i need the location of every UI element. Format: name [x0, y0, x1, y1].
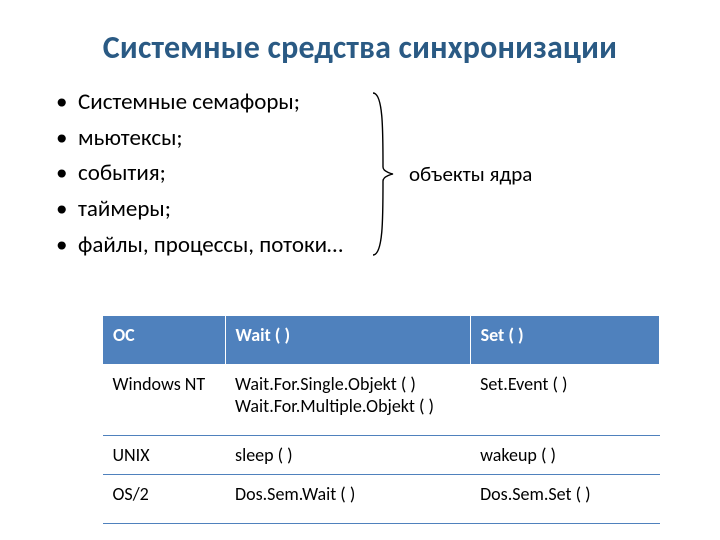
table-row: UNIX sleep ( ) wakeup ( )	[103, 436, 660, 475]
os-table: ОС Wait ( ) Set ( ) Windows NT Wait.For.…	[102, 315, 660, 524]
table-header: ОС	[103, 316, 226, 365]
table-cell: Dos.Sem.Set ( )	[470, 475, 659, 524]
slide: Системные средства синхронизации Системн…	[0, 0, 720, 540]
list-item: файлы, процессы, потоки…	[56, 228, 343, 264]
table-cell: Set.Event ( )	[470, 365, 659, 436]
table-cell: UNIX	[103, 436, 226, 475]
list-item: мьютексы;	[56, 121, 343, 157]
table-header-row: ОС Wait ( ) Set ( )	[103, 316, 660, 365]
table-row: Windows NT Wait.For.Single.Objekt ( ) Wa…	[103, 365, 660, 436]
table-cell: Wait.For.Single.Objekt ( ) Wait.For.Mult…	[225, 365, 470, 436]
content-row: Системные семафоры; мьютексы; события; т…	[30, 85, 690, 263]
page-title: Системные средства синхронизации	[30, 28, 690, 67]
table-cell: sleep ( )	[225, 436, 470, 475]
list-item: события;	[56, 156, 343, 192]
annotation-label: объекты ядра	[409, 161, 532, 187]
table-header: Set ( )	[470, 316, 659, 365]
table-cell: Windows NT	[103, 365, 226, 436]
table-header: Wait ( )	[225, 316, 470, 365]
table-cell: OS/2	[103, 475, 226, 524]
table-row: OS/2 Dos.Sem.Wait ( ) Dos.Sem.Set ( )	[103, 475, 660, 524]
annotation-group: объекты ядра	[367, 89, 532, 259]
list-item: таймеры;	[56, 192, 343, 228]
bullet-list: Системные семафоры; мьютексы; события; т…	[56, 85, 343, 263]
table-cell: wakeup ( )	[470, 436, 659, 475]
curly-brace-icon	[367, 89, 397, 259]
table-cell: Dos.Sem.Wait ( )	[225, 475, 470, 524]
list-item: Системные семафоры;	[56, 85, 343, 121]
